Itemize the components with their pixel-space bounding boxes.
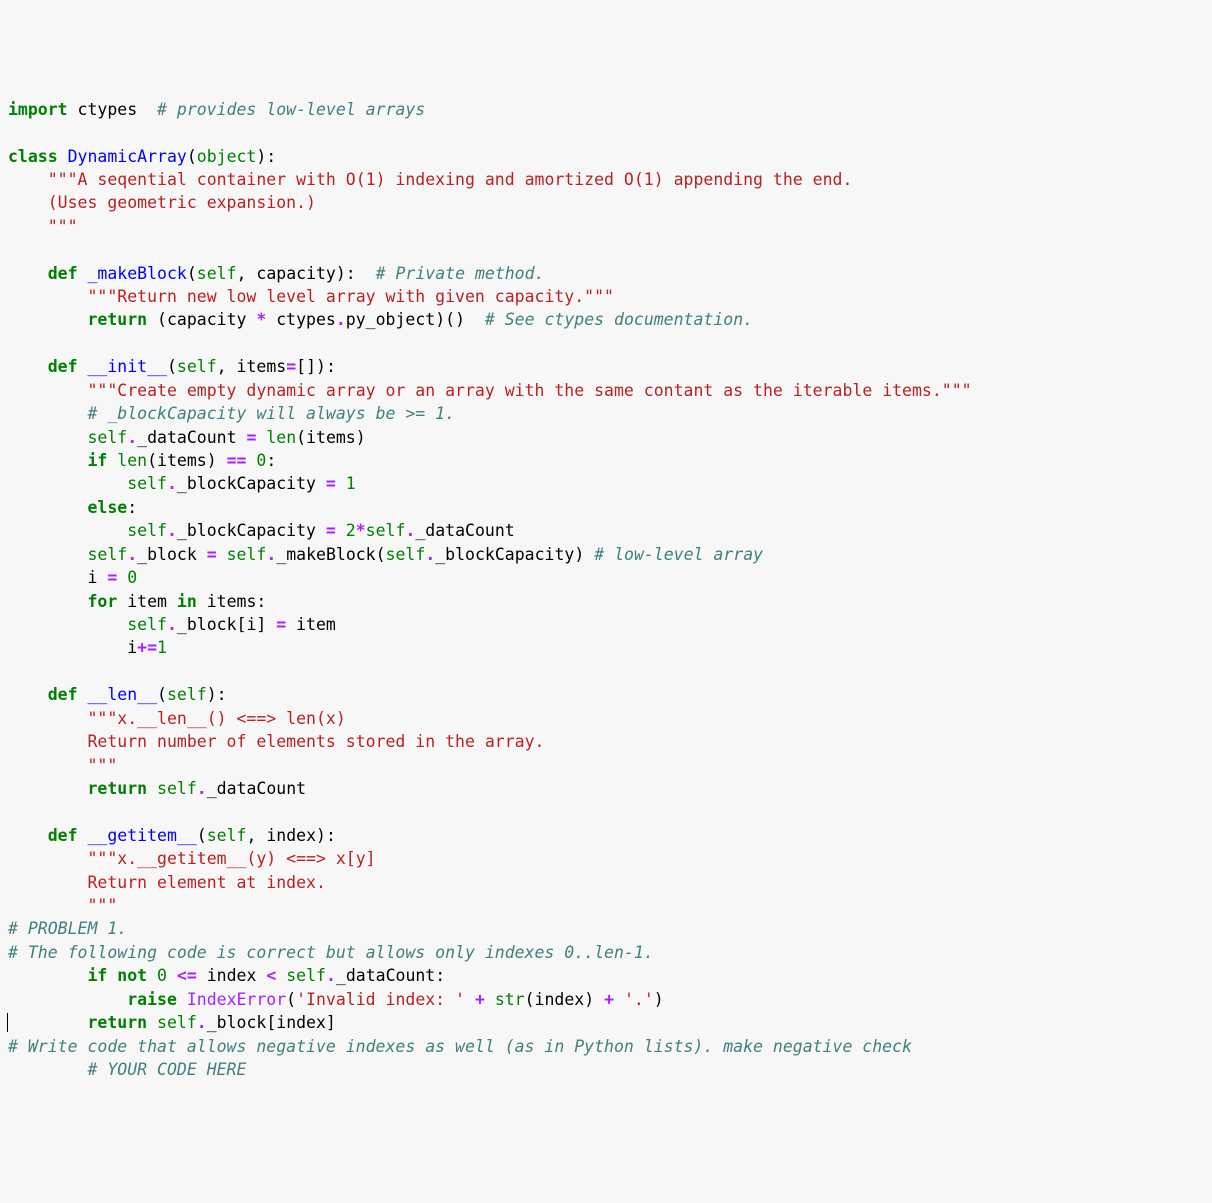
code-block: import ctypes # provides low-level array… xyxy=(8,98,1204,1082)
